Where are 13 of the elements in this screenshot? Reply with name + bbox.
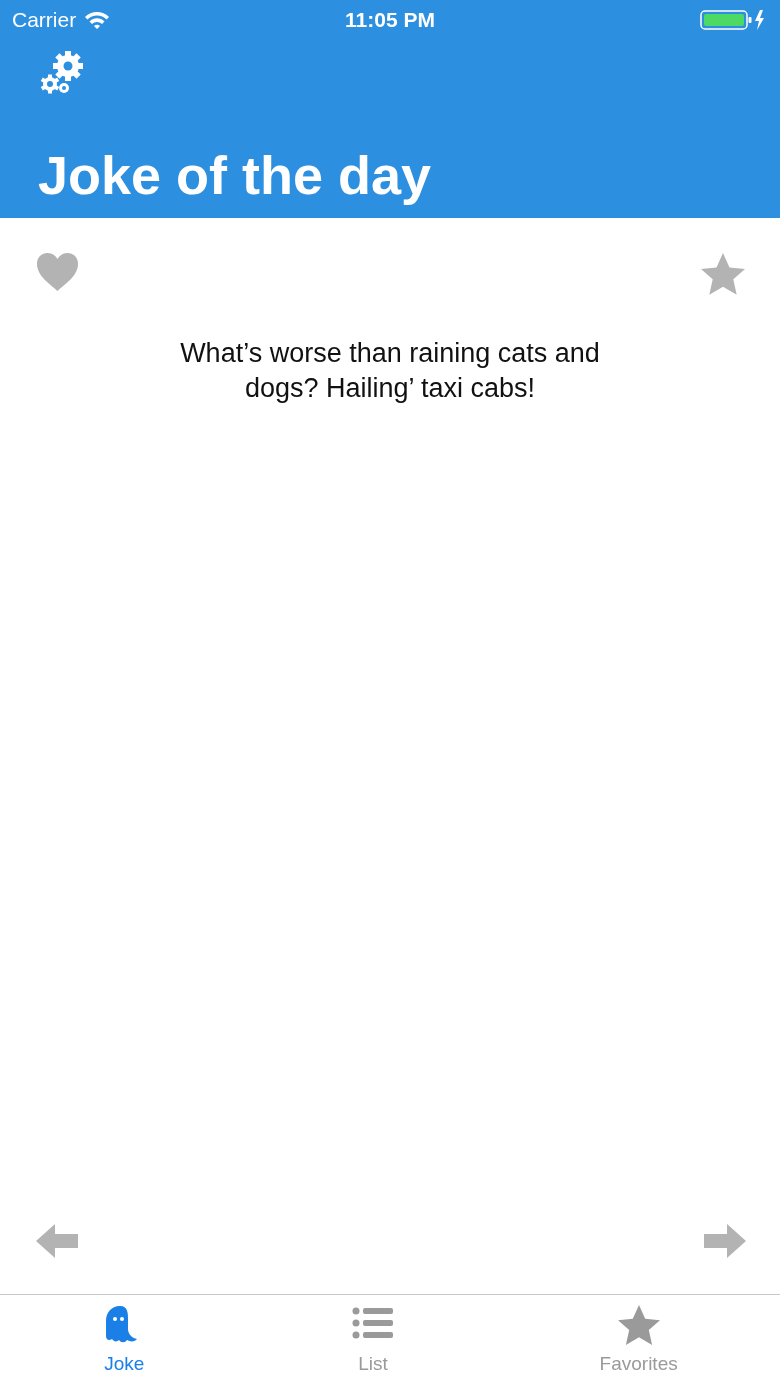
star-icon: [616, 1303, 661, 1346]
tab[interactable]: Favorites: [497, 1295, 780, 1387]
heart-icon[interactable]: [36, 252, 79, 292]
tab[interactable]: Joke: [0, 1295, 249, 1387]
forward-arrow-icon[interactable]: [704, 1224, 746, 1258]
settings-icon[interactable]: [38, 48, 86, 96]
star-icon[interactable]: [700, 252, 746, 296]
joke-text: What’s worse than raining cats and dogs? Hailing’ taxi cabs!: [180, 337, 600, 406]
tab[interactable]: List: [248, 1295, 498, 1387]
wifi-icon: [84, 10, 111, 30]
back-arrow-icon[interactable]: [36, 1224, 78, 1258]
carrier-label: Carrier: [12, 7, 77, 34]
time-label: 11:05 PM: [345, 7, 435, 34]
